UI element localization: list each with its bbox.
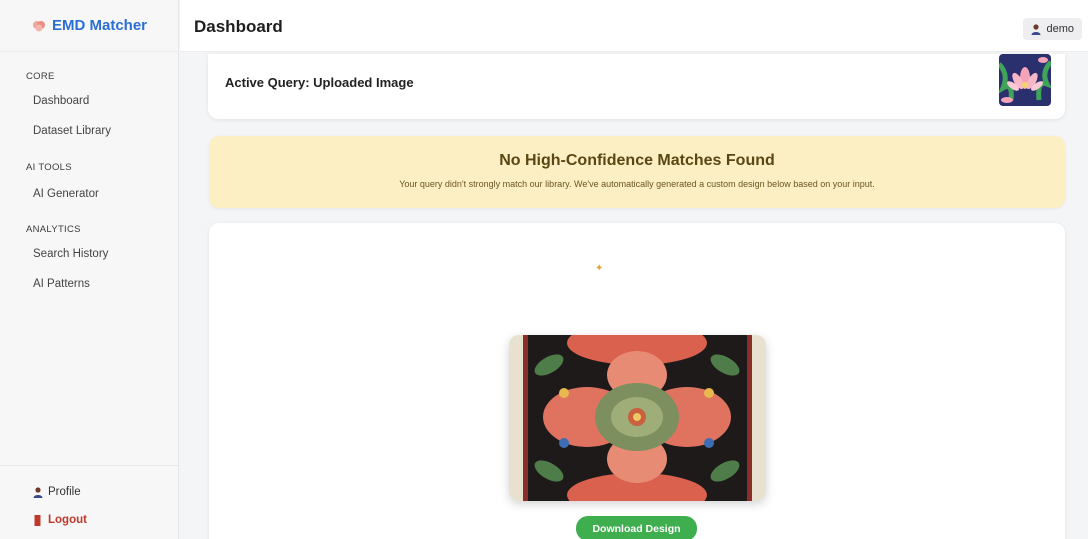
sidebar-item-dashboard[interactable]: Dashboard xyxy=(33,95,89,107)
user-icon xyxy=(33,486,43,498)
sparkle-icon: ✦ xyxy=(595,263,604,274)
profile-label: Profile xyxy=(48,486,81,498)
embroidered-floral-design xyxy=(509,335,766,501)
door-icon xyxy=(34,514,41,526)
download-design-button[interactable]: Download Design xyxy=(576,516,697,539)
logout-button[interactable]: Logout xyxy=(33,514,87,526)
active-query-title: Active Query: Uploaded Image xyxy=(225,75,414,90)
active-query-card: Active Query: Uploaded Image xyxy=(208,54,1065,119)
brand[interactable]: EMD Matcher xyxy=(0,0,179,52)
generated-design-card: ✦ Download Design xyxy=(209,223,1065,539)
sidebar-item-ai-patterns[interactable]: AI Patterns xyxy=(33,278,90,290)
sidebar-item-dataset-library[interactable]: Dataset Library xyxy=(33,125,111,137)
top-bar: Dashboard demo xyxy=(180,0,1088,52)
brain-icon xyxy=(32,20,45,31)
lotus-pattern-thumbnail xyxy=(999,54,1051,106)
alert-title: No High-Confidence Matches Found xyxy=(499,152,775,169)
section-label-core: CORE xyxy=(26,71,55,82)
sidebar: EMD Matcher CORE Dashboard Dataset Libra… xyxy=(0,0,179,539)
no-match-alert: No High-Confidence Matches Found Your qu… xyxy=(209,136,1065,208)
page-title: Dashboard xyxy=(194,17,283,36)
sidebar-item-search-history[interactable]: Search History xyxy=(33,248,108,260)
user-icon xyxy=(1031,23,1041,35)
sidebar-item-ai-generator[interactable]: AI Generator xyxy=(33,188,99,200)
section-label-ai-tools: AI TOOLS xyxy=(26,162,72,173)
user-menu[interactable]: demo xyxy=(1023,18,1082,40)
brand-name: EMD Matcher xyxy=(51,17,148,34)
sidebar-footer: Profile Logout xyxy=(0,465,179,539)
profile-link[interactable]: Profile xyxy=(33,486,81,498)
query-thumbnail[interactable] xyxy=(999,54,1051,106)
section-label-analytics: ANALYTICS xyxy=(26,224,81,235)
alert-message: Your query didn't strongly match our lib… xyxy=(399,179,875,189)
generated-design-image[interactable] xyxy=(509,335,766,501)
username: demo xyxy=(1046,23,1074,35)
logout-label: Logout xyxy=(48,514,87,526)
